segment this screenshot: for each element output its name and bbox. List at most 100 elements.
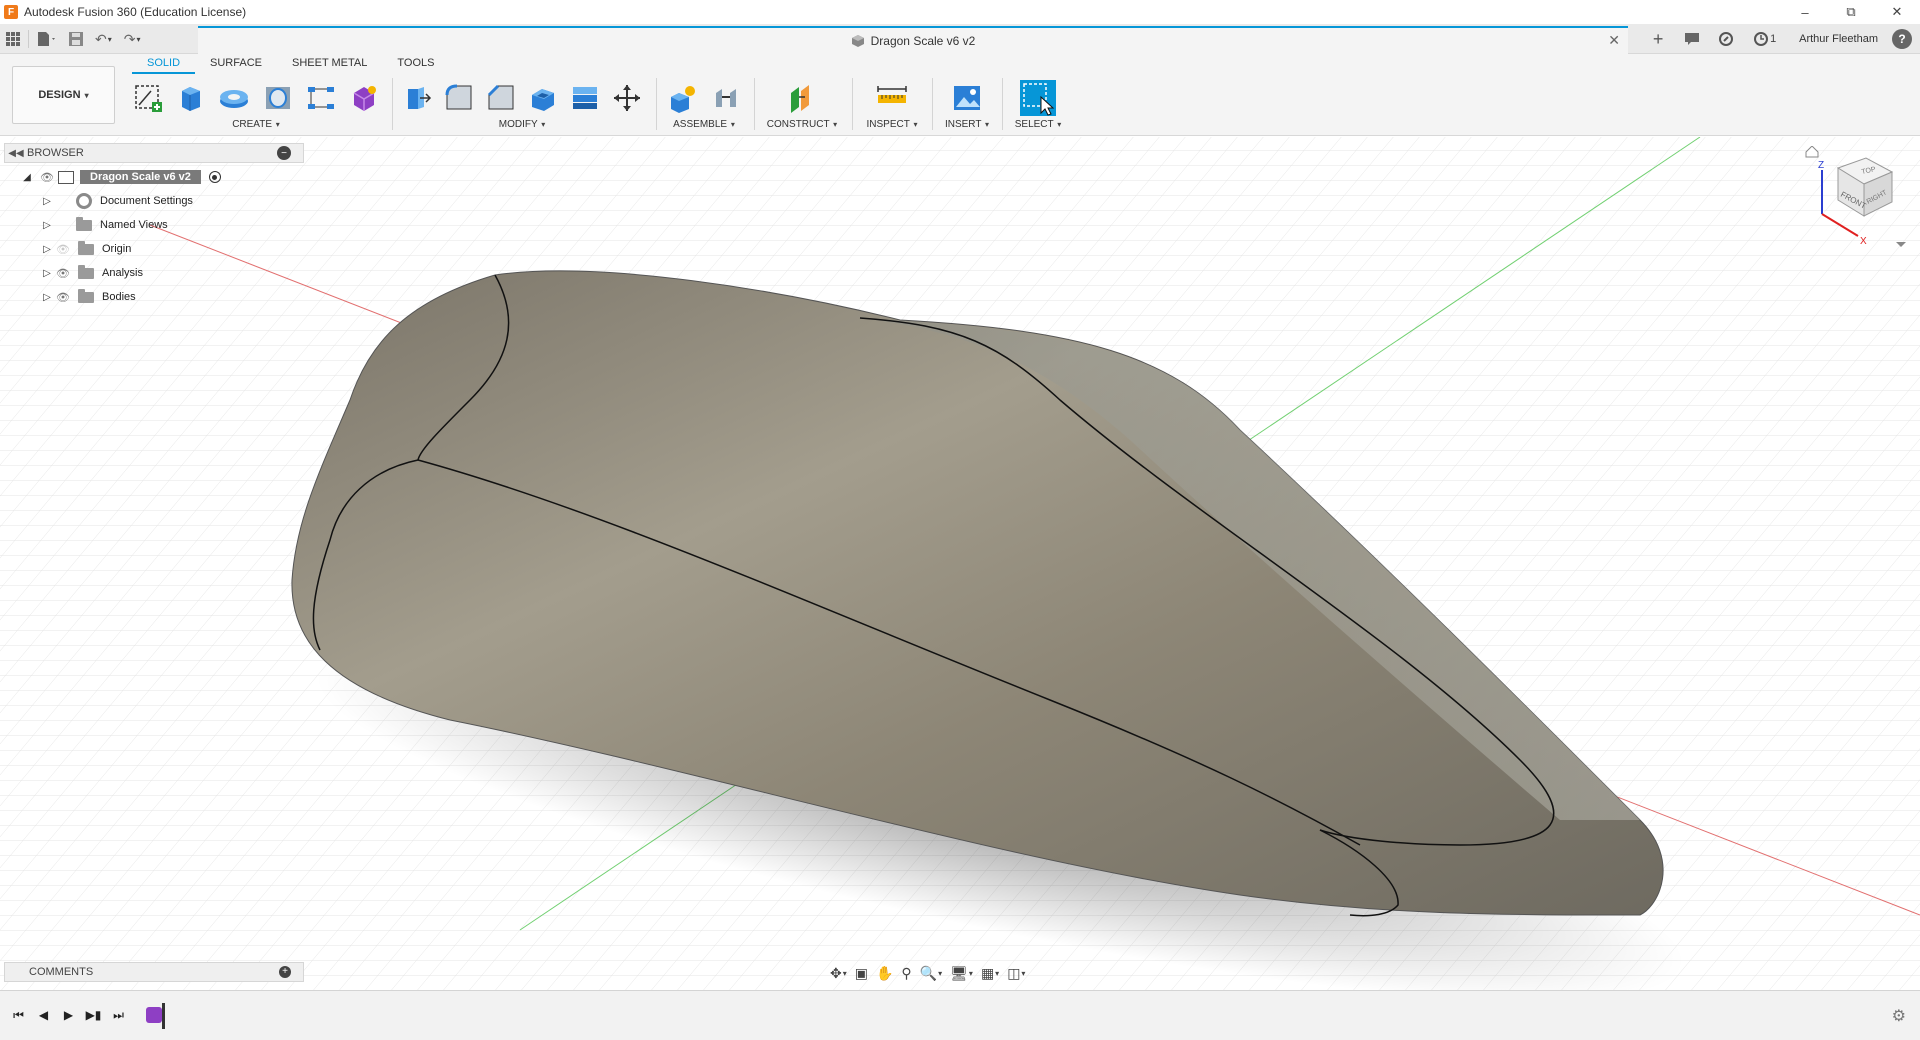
collapse-browser-icon[interactable]: ◀◀	[5, 148, 27, 159]
form-feature-icon[interactable]	[146, 1007, 162, 1023]
viewcube[interactable]: TOP FRONT RIGHT Z X	[1800, 145, 1910, 256]
step-back-icon[interactable]: ◀	[31, 1005, 56, 1025]
press-pull-icon[interactable]	[396, 78, 438, 118]
shell-icon[interactable]	[522, 78, 564, 118]
extensions-icon[interactable]	[1709, 24, 1743, 54]
fillet-icon[interactable]	[438, 78, 480, 118]
rectangular-pattern-icon[interactable]	[299, 78, 342, 118]
timeline-settings-gear-icon[interactable]: ⚙	[1892, 1006, 1906, 1026]
select-icon[interactable]	[1016, 78, 1060, 118]
select-menu[interactable]: SELECT ▾	[1006, 118, 1070, 132]
select-group: SELECT ▾	[1006, 78, 1070, 134]
tab-sheet-metal[interactable]: SHEET METAL	[277, 54, 382, 74]
construct-group: CONSTRUCT ▾	[758, 78, 846, 134]
go-to-end-icon[interactable]: ⏭	[106, 1005, 131, 1025]
user-account-menu[interactable]: Arthur Fleetham	[1787, 33, 1892, 45]
navigation-bar: ✥ ▾ ▣ ✋ ⚲ 🔍 ▾ 🖥 ▾ ▦ ▾ ◫ ▾	[826, 961, 1082, 985]
browser-item-label: Bodies	[102, 291, 136, 303]
construct-menu[interactable]: CONSTRUCT ▾	[758, 118, 846, 132]
create-menu[interactable]: CREATE ▾	[126, 118, 386, 132]
modify-menu[interactable]: MODIFY ▾	[396, 118, 648, 132]
go-to-start-icon[interactable]: ⏮	[6, 1005, 31, 1025]
tab-tools[interactable]: TOOLS	[382, 54, 449, 74]
pan-icon[interactable]: ✋	[872, 961, 897, 985]
expand-triangle-icon[interactable]: ▷	[40, 220, 54, 231]
play-icon[interactable]: ▶	[56, 1005, 81, 1025]
root-component-label: Dragon Scale v6 v2	[80, 170, 201, 184]
assemble-menu[interactable]: ASSEMBLE ▾	[660, 118, 748, 132]
browser-root-row[interactable]: ◢ 👁 Dragon Scale v6 v2	[4, 165, 304, 189]
gear-icon	[76, 193, 92, 209]
expand-triangle-icon[interactable]: ▷	[40, 268, 54, 279]
browser-header[interactable]: ◀◀ BROWSER −	[4, 143, 304, 163]
minimize-button[interactable]: –	[1782, 0, 1828, 24]
home-icon[interactable]	[1805, 145, 1819, 158]
chamfer-icon[interactable]	[480, 78, 522, 118]
browser-item-label: Analysis	[102, 267, 143, 279]
expand-triangle-icon[interactable]: ▷	[40, 292, 54, 303]
expand-triangle-icon[interactable]: ▷	[40, 244, 54, 255]
close-tab-icon[interactable]: ✕	[1608, 32, 1620, 49]
create-form-icon[interactable]	[343, 78, 386, 118]
extrude-icon[interactable]	[169, 78, 212, 118]
data-panel-grid-icon[interactable]	[0, 24, 26, 54]
browser-pin-icon[interactable]: −	[277, 146, 291, 160]
viewports-icon[interactable]: ◫ ▾	[1003, 961, 1029, 985]
undo-icon[interactable]: ↶ ▾	[89, 24, 118, 54]
measure-icon[interactable]	[870, 78, 914, 118]
create-sketch-icon[interactable]	[126, 78, 169, 118]
document-tab[interactable]: Dragon Scale v6 v2 ✕	[198, 26, 1628, 54]
component-icon	[851, 35, 864, 47]
visibility-eye-icon[interactable]: 👁	[54, 291, 72, 304]
insert-image-icon[interactable]	[945, 78, 989, 118]
visibility-eye-icon[interactable]: 👁	[54, 243, 72, 256]
viewcube-menu-icon[interactable]	[1896, 242, 1906, 247]
browser-item-origin[interactable]: ▷ 👁 Origin	[4, 237, 304, 261]
offset-plane-icon[interactable]	[780, 78, 824, 118]
collapse-triangle-icon[interactable]: ◢	[20, 172, 34, 183]
tab-surface[interactable]: SURFACE	[195, 54, 277, 74]
browser-title: BROWSER	[27, 147, 84, 159]
tab-solid[interactable]: SOLID	[132, 54, 196, 74]
orbit-icon[interactable]: ✥ ▾	[826, 961, 851, 985]
close-window-button[interactable]: ✕	[1874, 0, 1920, 24]
new-component-icon[interactable]	[660, 78, 704, 118]
help-icon[interactable]: ?	[1892, 29, 1912, 49]
browser-item-document-settings[interactable]: ▷ Document Settings	[4, 189, 304, 213]
insert-menu[interactable]: INSERT ▾	[936, 118, 998, 132]
browser-item-analysis[interactable]: ▷ 👁 Analysis	[4, 261, 304, 285]
add-comment-icon[interactable]: +	[279, 966, 291, 978]
grid-settings-icon[interactable]: ▦ ▾	[977, 961, 1003, 985]
notifications-icon[interactable]	[1675, 24, 1709, 54]
timeline-marker[interactable]	[162, 1003, 165, 1029]
browser-item-bodies[interactable]: ▷ 👁 Bodies	[4, 285, 304, 309]
look-at-icon[interactable]: ▣	[851, 961, 872, 985]
revolve-icon[interactable]	[213, 78, 256, 118]
file-menu-icon[interactable]	[31, 24, 63, 54]
comments-panel[interactable]: COMMENTS +	[4, 962, 304, 982]
job-status-icon[interactable]: 1	[1743, 24, 1787, 54]
zoom-icon[interactable]: ⚲	[897, 961, 915, 985]
display-settings-icon[interactable]: 🖥 ▾	[946, 961, 977, 985]
step-forward-icon[interactable]: ▶▮	[81, 1005, 106, 1025]
visibility-eye-icon[interactable]: 👁	[54, 267, 72, 280]
redo-icon[interactable]: ↷ ▾	[118, 24, 147, 54]
document-tab-bar: ↶ ▾ ↷ ▾ Dragon Scale v6 v2 ✕ + 1 Arthur Fl…	[0, 24, 1920, 54]
hole-icon[interactable]	[256, 78, 299, 118]
browser-item-named-views[interactable]: ▷ Named Views	[4, 213, 304, 237]
combine-icon[interactable]	[564, 78, 606, 118]
workspace-switcher-button[interactable]: DESIGN ▾	[12, 66, 115, 124]
visibility-eye-icon[interactable]: 👁	[38, 171, 56, 184]
new-tab-icon[interactable]: +	[1641, 24, 1675, 54]
joint-icon[interactable]	[704, 78, 748, 118]
expand-triangle-icon[interactable]: ▷	[40, 196, 54, 207]
restore-button[interactable]: ⧉	[1828, 0, 1874, 24]
move-copy-icon[interactable]	[606, 78, 648, 118]
save-icon[interactable]	[63, 24, 89, 54]
fit-icon[interactable]: 🔍 ▾	[916, 961, 946, 985]
inspect-menu[interactable]: INSPECT ▾	[856, 118, 928, 132]
activate-component-icon[interactable]	[208, 171, 221, 183]
timeline: ⏮ ◀ ▶ ▶▮ ⏭ ⚙	[0, 990, 1920, 1040]
axis-z-label: Z	[1818, 160, 1824, 171]
browser-item-label: Named Views	[100, 219, 168, 231]
